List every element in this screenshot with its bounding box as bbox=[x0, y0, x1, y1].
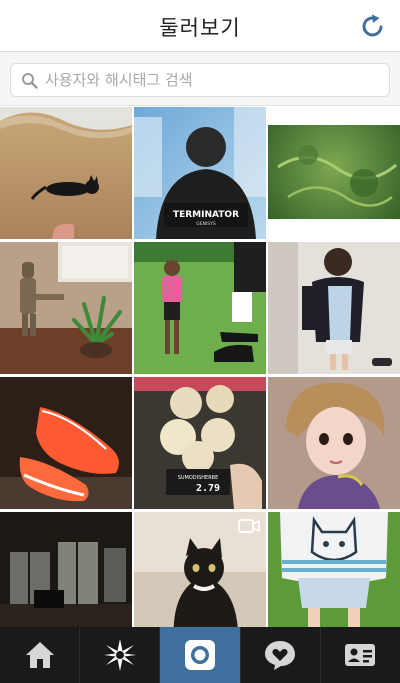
explore-grid: TERMINATOR GENISYS SUMODISHERBE 2.79 bbox=[0, 107, 400, 627]
photo-green-foliage bbox=[268, 107, 400, 239]
photo-tile-onions-market[interactable]: SUMODISHERBE 2.79 bbox=[134, 377, 266, 509]
photo-mirror-selfie bbox=[268, 242, 400, 374]
photo-terminator: TERMINATOR GENISYS bbox=[134, 107, 266, 239]
photo-tile-cat-on-beach[interactable] bbox=[0, 107, 132, 239]
tab-camera[interactable] bbox=[160, 627, 241, 683]
photo-tile-kitten[interactable] bbox=[134, 512, 266, 627]
explore-star-icon bbox=[103, 639, 136, 671]
bottom-tab-bar bbox=[0, 627, 400, 683]
photo-tile-orange-sneakers[interactable] bbox=[0, 377, 132, 509]
photo-cat-shirt bbox=[268, 512, 400, 627]
navigation-header: 둘러보기 bbox=[0, 0, 400, 52]
photo-tile-dark-room[interactable] bbox=[0, 512, 132, 627]
photo-tile-terminator[interactable]: TERMINATOR GENISYS bbox=[134, 107, 266, 239]
camera-icon bbox=[185, 640, 215, 670]
video-camera-icon bbox=[238, 519, 260, 533]
search-bar bbox=[0, 52, 400, 106]
refresh-icon[interactable] bbox=[360, 13, 386, 39]
photo-tile-groot-figure[interactable] bbox=[0, 242, 132, 374]
tab-activity[interactable] bbox=[241, 627, 321, 683]
tab-profile[interactable] bbox=[321, 627, 400, 683]
tab-explore[interactable] bbox=[80, 627, 161, 683]
photo-soccer-players bbox=[134, 242, 266, 374]
photo-tile-girl-selfie[interactable] bbox=[268, 377, 400, 509]
photo-groot-figure bbox=[0, 242, 132, 374]
price-tag-value: 2.79 bbox=[196, 483, 220, 494]
profile-card-icon bbox=[345, 644, 376, 666]
heart-bubble-icon bbox=[265, 641, 296, 670]
home-icon bbox=[25, 642, 54, 668]
photo-orange-sneakers bbox=[0, 377, 132, 509]
search-input[interactable] bbox=[45, 64, 385, 96]
photo-dark-room bbox=[0, 512, 132, 627]
photo-cat-on-beach bbox=[0, 107, 132, 239]
photo-onions-market: SUMODISHERBE 2.79 bbox=[134, 377, 266, 509]
search-icon bbox=[22, 73, 38, 89]
page-title: 둘러보기 bbox=[159, 16, 241, 40]
terminator-caption-sub: GENISYS bbox=[196, 221, 216, 227]
price-tag-label: SUMODISHERBE bbox=[178, 475, 219, 481]
photo-tile-mirror-selfie[interactable] bbox=[268, 242, 400, 374]
search-box[interactable] bbox=[10, 63, 390, 97]
photo-girl-selfie bbox=[268, 377, 400, 509]
tab-home[interactable] bbox=[0, 627, 81, 683]
photo-tile-green-foliage[interactable] bbox=[268, 107, 400, 239]
terminator-caption: TERMINATOR bbox=[173, 210, 239, 220]
photo-tile-soccer-players[interactable] bbox=[134, 242, 266, 374]
photo-tile-cat-shirt[interactable] bbox=[268, 512, 400, 627]
